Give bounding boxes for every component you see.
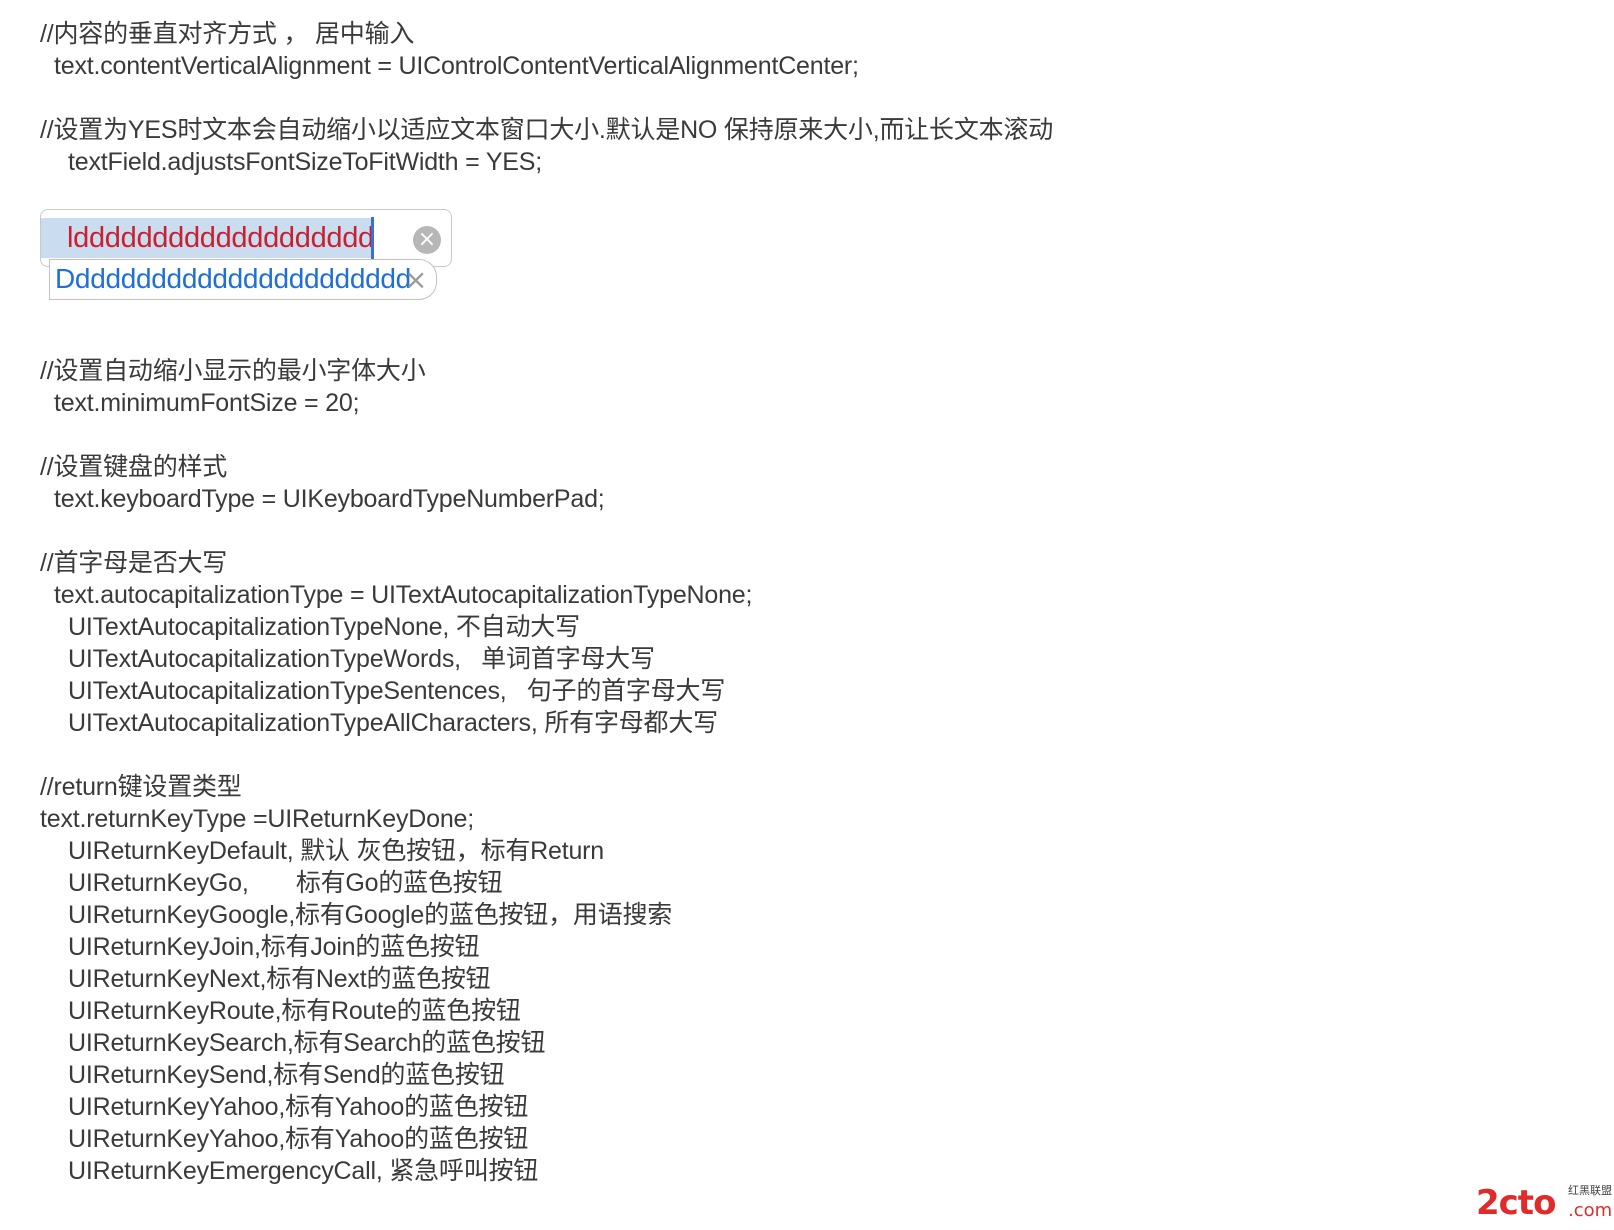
return-key-yahoo: UIReturnKeyYahoo,标有Yahoo的蓝色按钮 [68,1093,529,1121]
return-key-google: UIReturnKeyGoogle,标有Google的蓝色按钮，用语搜索 [68,901,673,929]
watermark-main-text: 2cto [1476,1183,1556,1223]
code-content-vertical-alignment: text.contentVerticalAlignment = UIContro… [54,52,859,80]
comment-adjusts-font-size: //设置为YES时文本会自动缩小以适应文本窗口大小.默认是NO 保持原来大小,而… [40,116,1054,144]
watermark-sub-text: 红黑联盟 [1568,1185,1612,1197]
comment-autocapitalization: //首字母是否大写 [40,549,228,577]
comment-minimum-font-size: //设置自动缩小显示的最小字体大小 [40,357,426,385]
autocap-option-words: UITextAutocapitalizationTypeWords, 单词首字母… [68,645,655,673]
clear-x-icon[interactable]: × [404,263,427,297]
site-watermark-logo: 2cto 红黑联盟 .com [1476,1180,1612,1226]
code-return-key-type: text.returnKeyType =UIReturnKeyDone; [40,805,474,833]
code-keyboard-type: text.keyboardType = UIKeyboardTypeNumber… [54,485,605,513]
comment-return-key-type: //return键设置类型 [40,773,242,801]
return-key-emergency-call: UIReturnKeyEmergencyCall, 紧急呼叫按钮 [68,1157,539,1185]
return-key-default: UIReturnKeyDefault, 默认 灰色按钮，标有Return [68,837,605,865]
return-key-send: UIReturnKeySend,标有Send的蓝色按钮 [68,1061,505,1089]
clear-circle-icon[interactable]: × [413,226,441,254]
comment-keyboard-type: //设置键盘的样式 [40,453,228,481]
demo-text-field[interactable]: Ddddddddddddddddddddddd × [49,259,437,300]
code-autocapitalization: text.autocapitalizationType = UITextAuto… [54,581,753,609]
text-caret [371,217,374,259]
code-minimum-font-size: text.minimumFontSize = 20; [54,389,360,417]
return-key-yahoo-duplicate: UIReturnKeyYahoo,标有Yahoo的蓝色按钮 [68,1125,529,1153]
return-key-search: UIReturnKeySearch,标有Search的蓝色按钮 [68,1029,546,1057]
autocap-option-sentences: UITextAutocapitalizationTypeSentences, 句… [68,677,726,705]
autocap-option-none: UITextAutocapitalizationTypeNone, 不自动大写 [68,613,580,641]
demo-text-field-focused-value: lddddddddddddddddddd [67,222,374,254]
watermark-com-text: .com [1568,1200,1613,1221]
return-key-join: UIReturnKeyJoin,标有Join的蓝色按钮 [68,933,480,961]
return-key-next: UIReturnKeyNext,标有Next的蓝色按钮 [68,965,491,993]
comment-vertical-alignment: //内容的垂直对齐方式 ， 居中输入 [40,20,415,48]
demo-text-field-value: Ddddddddddddddddddddddd [55,263,411,294]
autocap-option-all-characters: UITextAutocapitalizationTypeAllCharacter… [68,709,718,737]
code-adjusts-font-size: textField.adjustsFontSizeToFitWidth = YE… [68,148,542,176]
return-key-go: UIReturnKeyGo, 标有Go的蓝色按钮 [68,869,503,897]
return-key-route: UIReturnKeyRoute,标有Route的蓝色按钮 [68,997,521,1025]
